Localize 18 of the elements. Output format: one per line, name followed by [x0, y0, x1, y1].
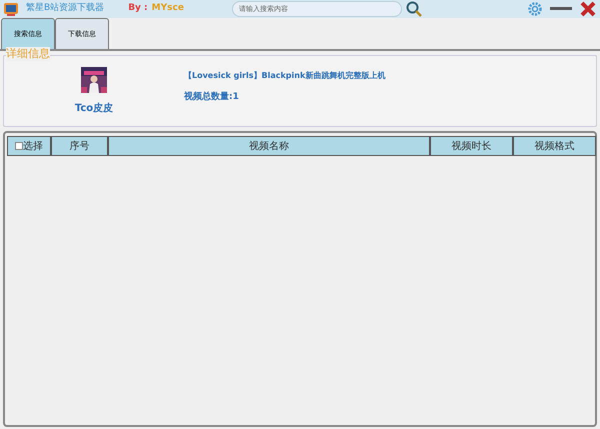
app-title: 繁星B站资源下载器 — [26, 2, 104, 16]
video-count: 视频总数量:1 — [184, 90, 240, 104]
search-icon[interactable] — [406, 1, 422, 17]
tv-icon — [4, 2, 18, 16]
close-icon[interactable] — [580, 1, 596, 17]
column-header: 序号 — [51, 136, 108, 156]
author-name: MYsce — [152, 2, 184, 16]
uploader-name: Tco皮皮 — [74, 102, 114, 116]
checkbox[interactable] — [15, 142, 23, 150]
settings-icon[interactable] — [528, 2, 542, 16]
group-legend: 详细信息 — [6, 47, 50, 61]
column-header: 视频格式 — [513, 136, 596, 156]
column-header: 视频名称 — [108, 136, 430, 156]
video-title: 【Lovesick girls】Blackpink新曲跳舞机完整版上机 — [184, 70, 386, 82]
column-header: 视频时长 — [430, 136, 513, 156]
checkbox-label: 选择 — [23, 140, 43, 154]
author-label: By : — [128, 2, 148, 16]
minimize-icon[interactable] — [550, 7, 572, 11]
